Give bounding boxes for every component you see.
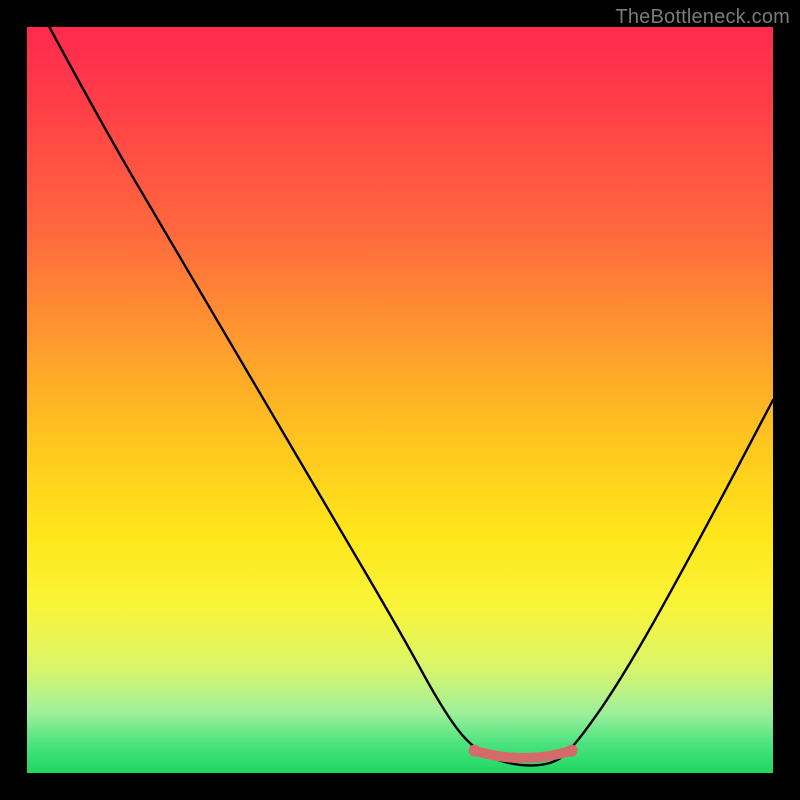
sweet-spot-dot-right — [566, 745, 578, 757]
sweet-spot-dot-left — [469, 745, 481, 757]
bottleneck-curve-path — [49, 27, 773, 766]
plot-area — [27, 27, 773, 773]
sweet-spot-highlight — [475, 751, 572, 758]
curve-svg — [27, 27, 773, 773]
watermark-text: TheBottleneck.com — [615, 6, 790, 29]
chart-stage: TheBottleneck.com — [0, 0, 800, 800]
